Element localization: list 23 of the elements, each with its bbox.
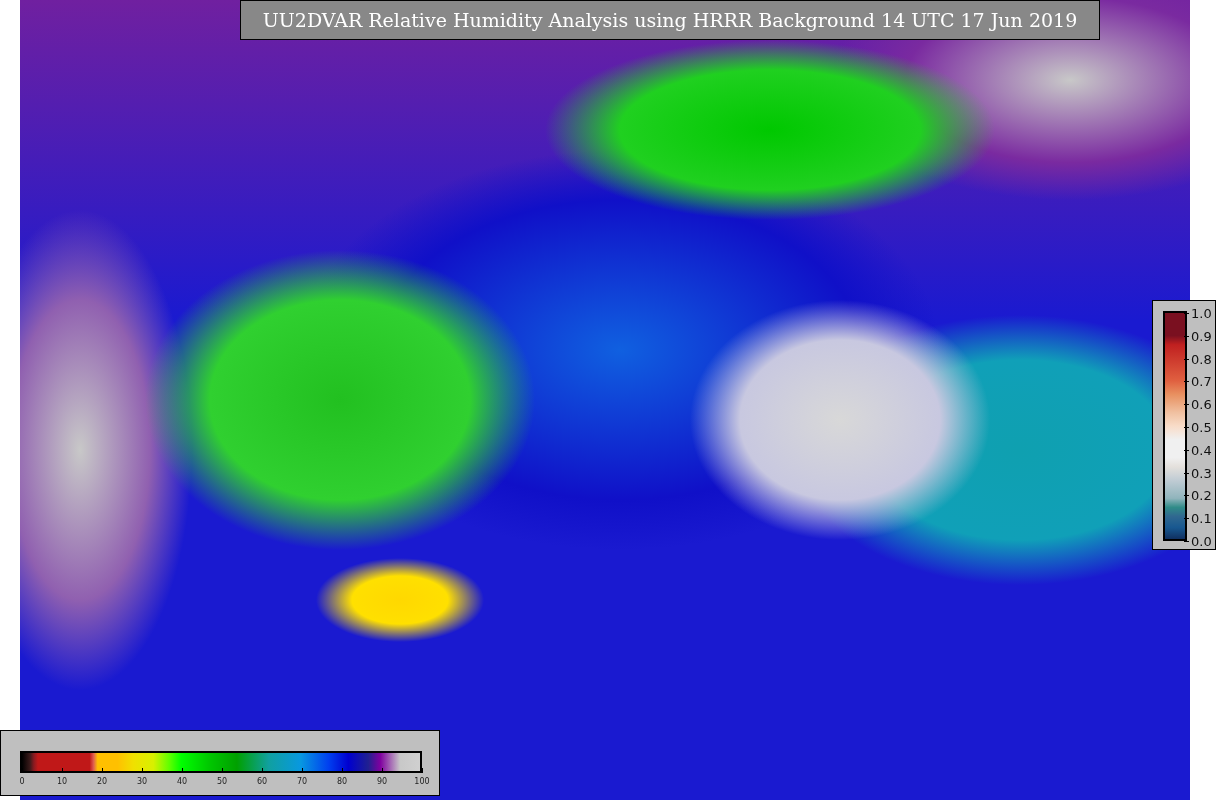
tick-label: 0.1 — [1191, 511, 1212, 525]
tick-label: 90 — [376, 778, 388, 786]
tick-label: 0.4 — [1191, 443, 1212, 457]
tick-label: 20 — [96, 778, 108, 786]
tick-label: 100 — [414, 778, 430, 786]
tick-label: 80 — [336, 778, 348, 786]
tick-label: 0.5 — [1191, 420, 1212, 434]
tick-label: 0.2 — [1191, 488, 1212, 502]
map-title: UU2DVAR Relative Humidity Analysis using HRRR Background 14 UTC 17 Jun 2019 — [240, 0, 1100, 40]
tick-label: 0.8 — [1191, 352, 1212, 366]
tick-label: 10 — [56, 778, 68, 786]
tick-label: 1.0 — [1191, 306, 1212, 320]
tick-label: 0.9 — [1191, 329, 1212, 343]
tick-label: 40 — [176, 778, 188, 786]
tick-label: 0.7 — [1191, 374, 1212, 388]
tick-label: 60 — [256, 778, 268, 786]
tick-label: 0.6 — [1191, 397, 1212, 411]
tick-label: 0.3 — [1191, 466, 1212, 480]
tick-label: 0 — [19, 778, 25, 786]
tick-label: 50 — [216, 778, 228, 786]
tick-label: 70 — [296, 778, 308, 786]
tick-label: 30 — [136, 778, 148, 786]
tick-label: 0.0 — [1191, 534, 1212, 548]
